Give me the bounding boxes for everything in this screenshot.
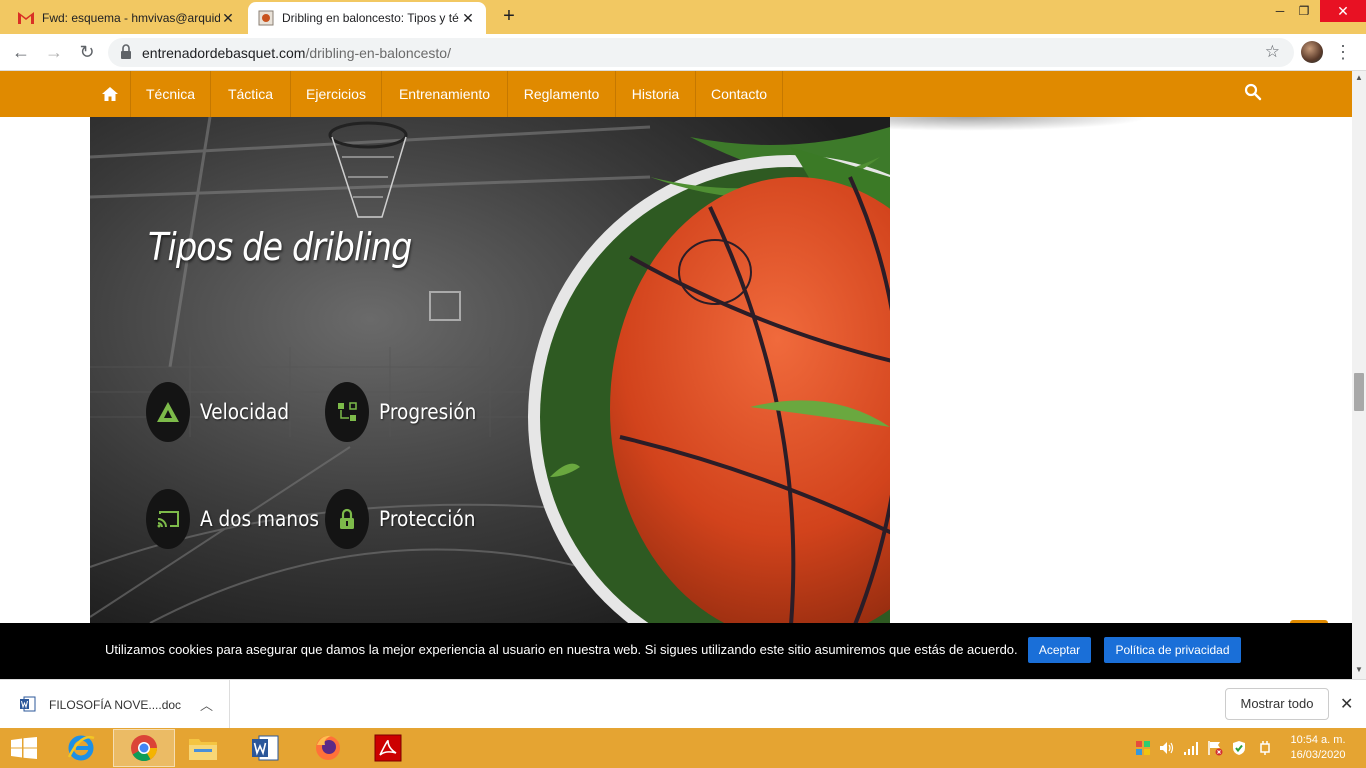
search-icon[interactable] (1244, 83, 1262, 101)
tab-title: Fwd: esquema - hmvivas@arquid (42, 11, 220, 25)
browser-toolbar: ← → ↻ entrenadordebasquet.com/dribling-e… (0, 34, 1366, 71)
windows-taskbar: 10:54 a. m. 16/03/2020 (0, 728, 1366, 768)
download-shelf: FILOSOFÍA NOVE....doc ︿ Mostrar todo ✕ (0, 679, 1366, 729)
feature-proteccion: Protección (325, 489, 489, 549)
header-shadow (890, 117, 1150, 131)
home-icon[interactable] (90, 71, 131, 117)
taskbar-explorer[interactable] (172, 729, 234, 767)
flow-icon (325, 382, 369, 442)
reload-icon[interactable]: ↻ (75, 40, 99, 64)
feature-label: Progresión (379, 400, 477, 424)
download-item[interactable]: FILOSOFÍA NOVE....doc ︿ (0, 680, 230, 729)
feature-label: Velocidad (200, 400, 290, 424)
nav-tactica[interactable]: Táctica (211, 71, 291, 117)
new-tab-button[interactable]: + (498, 6, 520, 28)
site-favicon (258, 10, 274, 26)
nav-entrenamiento[interactable]: Entrenamiento (382, 71, 508, 117)
scroll-up-icon[interactable]: ▲ (1352, 71, 1366, 85)
windows-start-icon[interactable] (10, 737, 38, 759)
site-nav: Técnica Táctica Ejercicios Entrenamiento… (0, 71, 1352, 117)
more-menu-icon[interactable]: ⋮ (1334, 40, 1352, 64)
restore-icon[interactable]: ❐ (1284, 0, 1324, 22)
feature-label: A dos manos (200, 507, 320, 531)
page-scrollbar[interactable]: ▲ ▼ (1352, 71, 1366, 679)
nav-contacto[interactable]: Contacto (696, 71, 783, 117)
tab-strip: Fwd: esquema - hmvivas@arquid ✕ Dribling… (0, 0, 1366, 34)
url-path: /dribling-en-baloncesto/ (305, 45, 451, 61)
nav-historia[interactable]: Historia (616, 71, 696, 117)
url-domain: entrenadordebasquet.com (142, 45, 306, 61)
flag-tray-icon[interactable] (1135, 740, 1151, 756)
chevron-up-icon[interactable]: ︿ (200, 695, 213, 714)
taskbar-acrobat[interactable] (357, 729, 419, 767)
url-text: entrenadordebasquet.com/dribling-en-balo… (142, 45, 451, 61)
download-filename: FILOSOFÍA NOVE....doc (49, 698, 182, 712)
taskbar-word[interactable] (234, 729, 296, 767)
tab-dribling[interactable]: Dribling en baloncesto: Tipos y té ✕ (248, 2, 486, 34)
feature-progresion: Progresión (325, 382, 490, 442)
screen: Fwd: esquema - hmvivas@arquid ✕ Dribling… (0, 0, 1366, 768)
clock-date: 16/03/2020 (1290, 749, 1346, 761)
clock-time: 10:54 a. m. (1290, 734, 1346, 746)
hero-banner: Tipos de dribling Velocidad Progresión A… (90, 117, 890, 623)
hero-heading: Tipos de dribling (148, 225, 412, 269)
cast-icon (146, 489, 190, 549)
back-icon[interactable]: ← (9, 40, 33, 64)
tab-close-icon[interactable]: ✕ (460, 10, 476, 27)
close-shelf-icon[interactable]: ✕ (1340, 694, 1353, 714)
nav-ejercicios[interactable]: Ejercicios (291, 71, 382, 117)
page-content: Tipos de dribling Velocidad Progresión A… (0, 117, 1352, 623)
security-check-icon[interactable] (1231, 740, 1247, 756)
power-plug-icon[interactable] (1257, 740, 1273, 756)
taskbar-firefox[interactable] (297, 729, 359, 767)
feature-velocidad: Velocidad (146, 382, 301, 442)
firefox-icon (316, 735, 340, 760)
word-doc-icon (20, 696, 36, 712)
forward-icon[interactable]: → (42, 40, 66, 64)
lock-icon (121, 44, 131, 59)
bookmark-star-icon[interactable]: ☆ (1265, 42, 1280, 62)
cookie-banner: Utilizamos cookies para asegurar que dam… (0, 623, 1352, 679)
action-center-flag-icon[interactable] (1207, 740, 1223, 756)
tab-gmail[interactable]: Fwd: esquema - hmvivas@arquid ✕ (8, 2, 246, 34)
taskbar-chrome[interactable] (113, 729, 175, 767)
chrome-icon (131, 735, 158, 762)
cookie-message: Utilizamos cookies para asegurar que dam… (105, 642, 1018, 657)
triangle-icon (146, 382, 190, 442)
tab-title: Dribling en baloncesto: Tipos y té (282, 11, 459, 25)
scroll-thumb[interactable] (1354, 373, 1364, 411)
privacy-policy-button[interactable]: Política de privacidad (1104, 637, 1241, 663)
gmail-icon (18, 10, 34, 26)
system-clock[interactable]: 10:54 a. m. 16/03/2020 (1282, 733, 1354, 763)
window-close-icon[interactable]: ✕ (1320, 0, 1366, 22)
acrobat-icon (374, 734, 402, 762)
network-signal-icon[interactable] (1183, 740, 1199, 756)
show-all-downloads-button[interactable]: Mostrar todo (1225, 688, 1329, 720)
nav-reglamento[interactable]: Reglamento (508, 71, 616, 117)
feature-a-dos-manos: A dos manos (146, 489, 335, 549)
volume-icon[interactable] (1159, 740, 1175, 756)
internet-explorer-icon (67, 735, 95, 761)
scroll-down-icon[interactable]: ▼ (1352, 663, 1366, 677)
word-icon (252, 735, 279, 761)
taskbar-ie[interactable] (50, 729, 112, 767)
profile-avatar[interactable] (1301, 41, 1323, 63)
address-bar[interactable]: entrenadordebasquet.com/dribling-en-balo… (108, 38, 1294, 67)
feature-label: Protección (379, 507, 476, 531)
folder-icon (189, 739, 217, 760)
accept-cookies-button[interactable]: Aceptar (1028, 637, 1091, 663)
tab-close-icon[interactable]: ✕ (220, 10, 236, 27)
nav-tecnica[interactable]: Técnica (131, 71, 211, 117)
lock-icon (325, 489, 369, 549)
